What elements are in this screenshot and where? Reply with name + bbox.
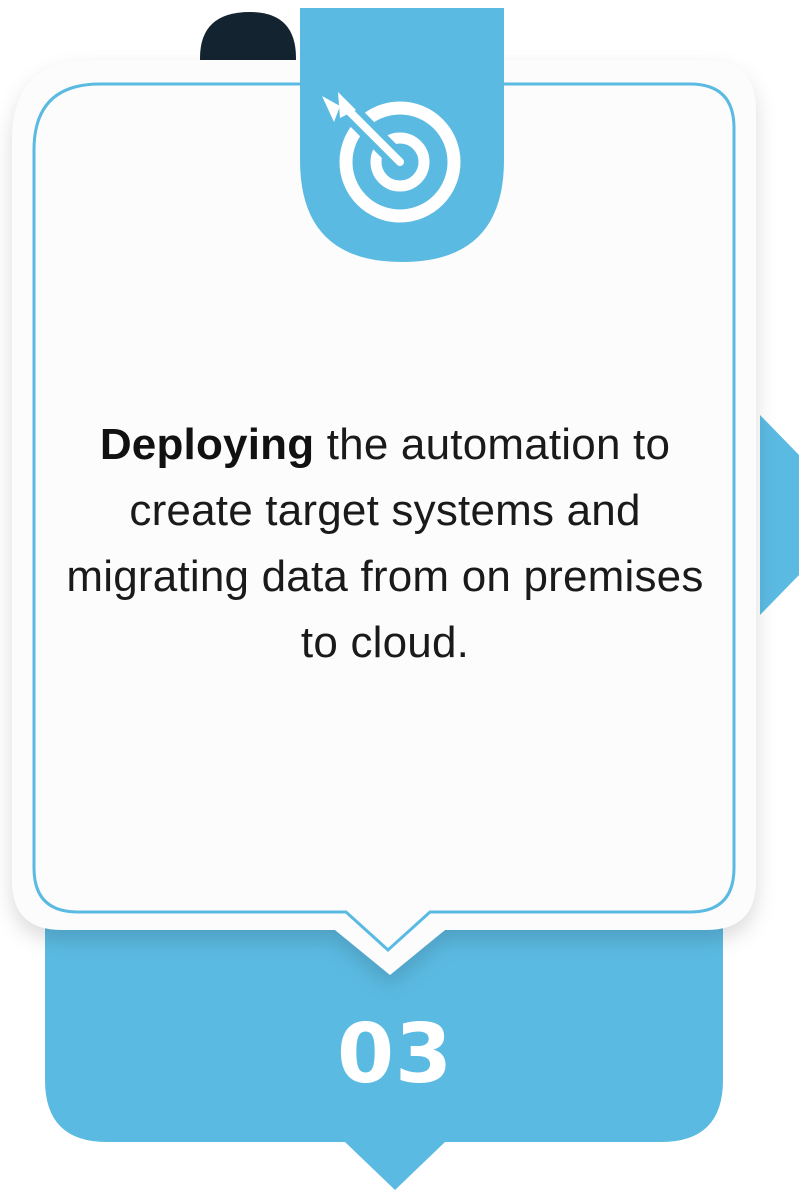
- step-number: 03: [336, 1007, 454, 1102]
- step-description: Deploying the automation to create targe…: [60, 412, 710, 676]
- step-lead-word: Deploying: [99, 420, 315, 469]
- step-infographic: Deploying the automation to create targe…: [0, 0, 799, 1193]
- next-step-arrow: [760, 415, 799, 615]
